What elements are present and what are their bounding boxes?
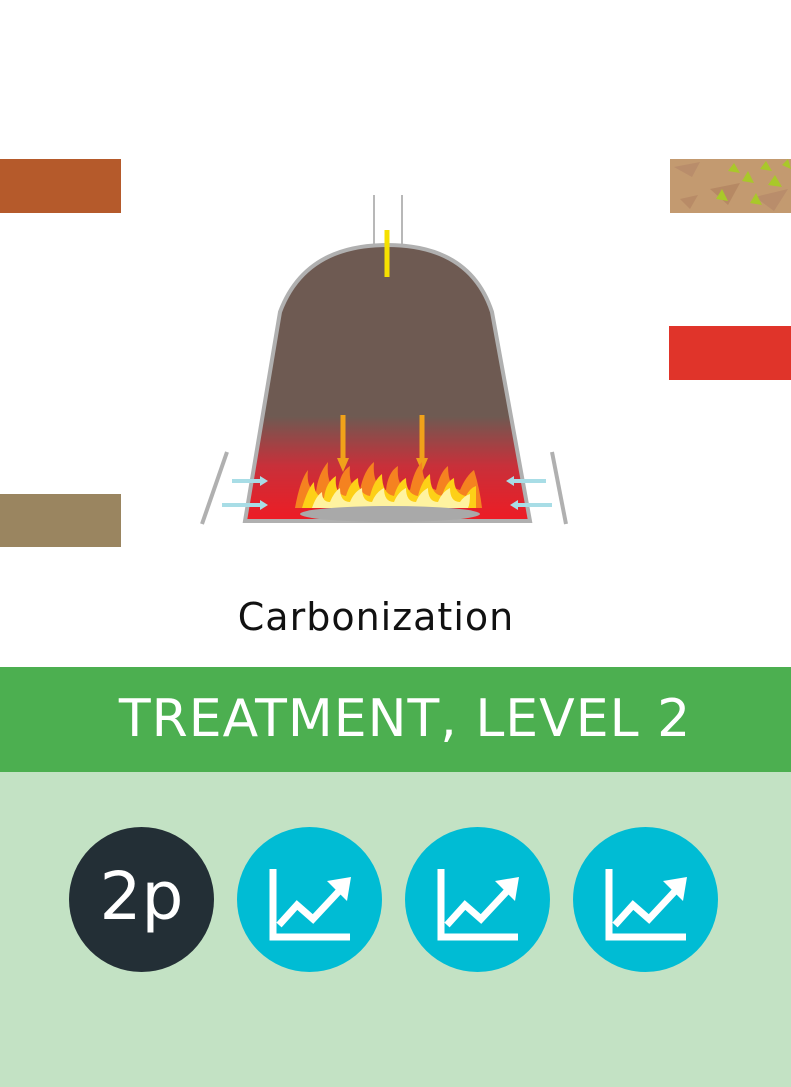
- growth-chart-icon: [605, 869, 687, 941]
- growth-token: [573, 827, 718, 972]
- level-banner: TREATMENT, LEVEL 2: [0, 667, 791, 772]
- growth-chart-icon: [269, 869, 351, 941]
- growth-chart-icon: [437, 869, 519, 941]
- players-token: 2p: [69, 827, 214, 972]
- brown-resource-tile: [0, 159, 121, 213]
- khaki-resource-tile: [0, 494, 121, 547]
- red-resource-tile: [669, 326, 791, 380]
- patterned-resource-tile: [670, 159, 791, 213]
- card-caption: Carbonization: [237, 595, 515, 639]
- level-title: TREATMENT, LEVEL 2: [118, 689, 692, 749]
- growth-token: [405, 827, 550, 972]
- players-label: 2p: [99, 858, 184, 935]
- growth-token: [237, 827, 382, 972]
- kiln-illustration: [200, 195, 568, 525]
- card-illustration-area: Carbonization: [0, 0, 791, 667]
